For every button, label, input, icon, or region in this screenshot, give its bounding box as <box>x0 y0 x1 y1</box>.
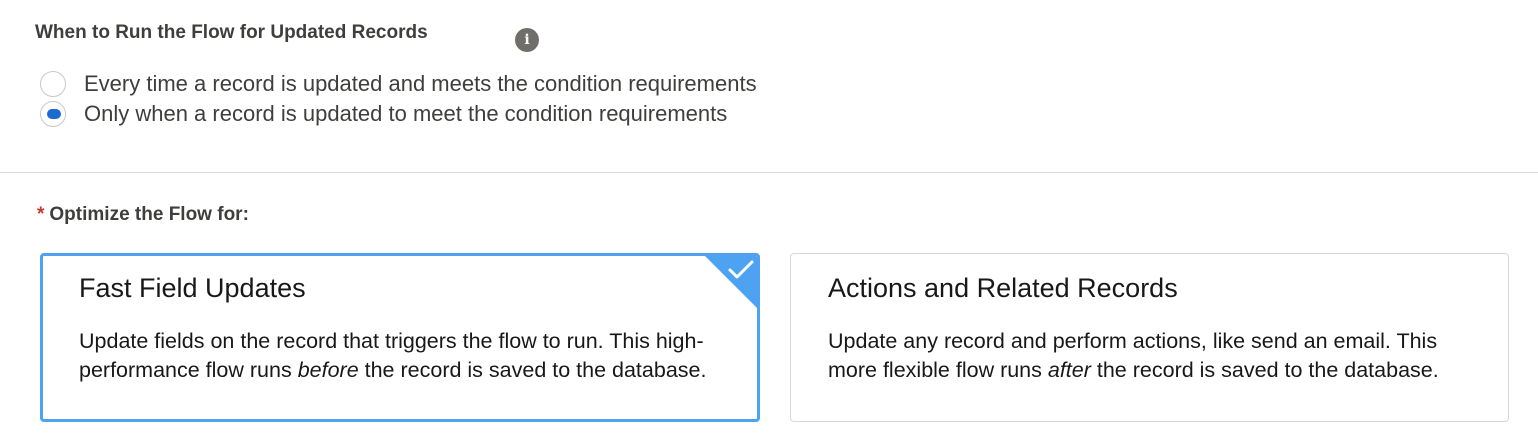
optimize-label-text: Optimize the Flow for: <box>49 204 249 225</box>
radio-option-every-time[interactable]: Every time a record is updated and meets… <box>40 69 757 99</box>
card-description-actions-related-records: Update any record and perform actions, l… <box>828 327 1478 384</box>
radio-option-only-when[interactable]: Only when a record is updated to meet th… <box>40 99 727 129</box>
card-title-actions-related-records: Actions and Related Records <box>828 273 1178 303</box>
info-icon[interactable]: i <box>515 28 539 52</box>
card-desc-part: the record is saved to the database. <box>1090 357 1439 382</box>
radio-button-only-when[interactable] <box>40 101 66 127</box>
card-title-fast-field-updates: Fast Field Updates <box>79 273 306 303</box>
card-desc-emphasis: before <box>297 357 359 382</box>
card-fast-field-updates[interactable]: Fast Field Updates Update fields on the … <box>40 253 760 422</box>
required-marker: * <box>37 204 45 225</box>
section-divider <box>0 172 1538 173</box>
card-desc-part: the record is saved to the database. <box>358 357 707 382</box>
radio-label-only-when: Only when a record is updated to meet th… <box>84 101 728 126</box>
radio-label-every-time: Every time a record is updated and meets… <box>84 71 757 96</box>
radio-button-every-time[interactable] <box>40 71 66 97</box>
card-description-fast-field-updates: Update fields on the record that trigger… <box>79 327 729 384</box>
checkmark-icon <box>728 260 754 279</box>
optimize-label: * Optimize the Flow for: <box>37 204 249 226</box>
card-actions-related-records[interactable]: Actions and Related Records Update any r… <box>790 253 1509 422</box>
run-section-title: When to Run the Flow for Updated Records <box>35 22 428 43</box>
card-desc-emphasis: after <box>1047 357 1091 382</box>
